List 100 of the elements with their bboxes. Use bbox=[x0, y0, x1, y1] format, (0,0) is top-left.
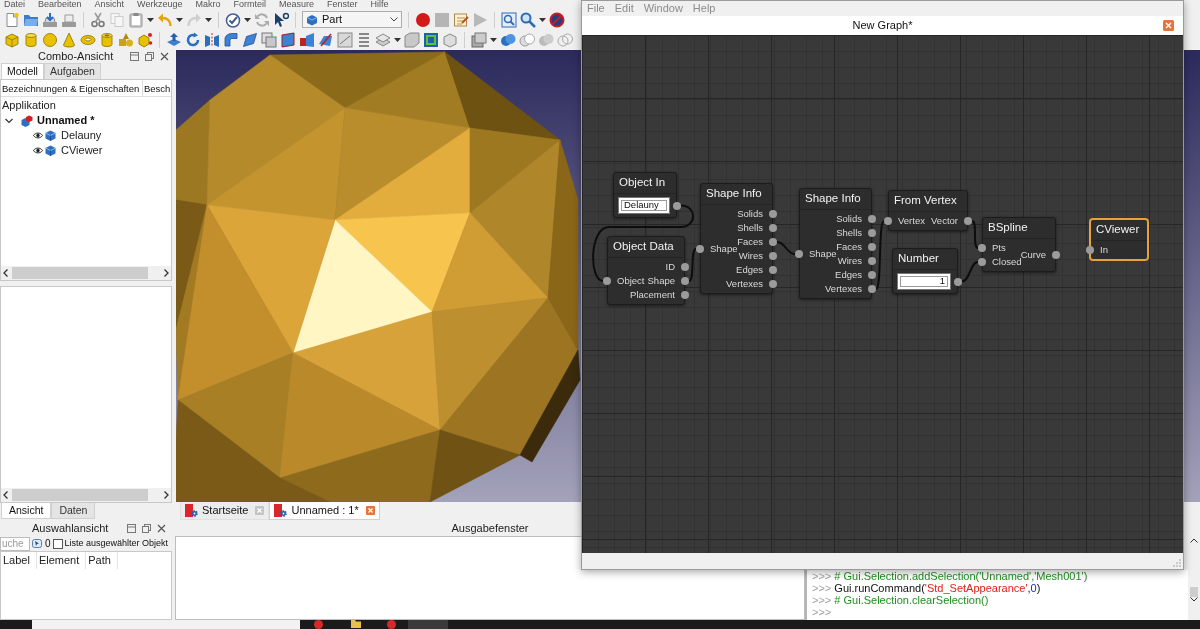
port-icon[interactable] bbox=[673, 201, 681, 210]
check-circle-icon[interactable] bbox=[225, 11, 241, 28]
tree-item[interactable]: Delauny bbox=[61, 127, 102, 144]
circular-arrow-icon[interactable] bbox=[185, 32, 201, 48]
caret-icon[interactable] bbox=[539, 17, 546, 22]
port-icon[interactable] bbox=[795, 250, 803, 258]
panel-icon[interactable] bbox=[130, 52, 139, 61]
overlapping-squares-icon[interactable] bbox=[261, 32, 277, 48]
overlapping-squares-icon[interactable] bbox=[145, 52, 154, 61]
chevron-right-icon[interactable] bbox=[164, 491, 169, 499]
input-field[interactable]: Delauny bbox=[618, 197, 670, 214]
chevron-down-icon[interactable] bbox=[5, 116, 13, 125]
eye-icon[interactable] bbox=[33, 132, 43, 139]
chevron-down-icon[interactable] bbox=[390, 17, 398, 22]
python-console[interactable]: >>> # Gui.Selection.addSelection('Unnamed','Mesh001') >>> Gui.runCommand('Std_SetAppearance',0) >>> # Gui.Selection.clearSelection() >>> bbox=[805, 570, 1188, 620]
column-header[interactable]: Label bbox=[1, 552, 37, 569]
chevron-left-icon[interactable] bbox=[3, 491, 8, 499]
caret-icon[interactable] bbox=[244, 17, 251, 22]
torus-icon[interactable] bbox=[80, 32, 96, 48]
horizontal-scrollbar[interactable] bbox=[1, 266, 171, 280]
sheet-icon[interactable] bbox=[280, 32, 296, 48]
slanted-sheet-icon[interactable] bbox=[242, 32, 258, 48]
caret-icon[interactable] bbox=[205, 17, 212, 22]
cube-icon[interactable] bbox=[306, 13, 318, 26]
swept-shape-icon[interactable] bbox=[318, 32, 334, 48]
shapes-icon[interactable] bbox=[118, 32, 134, 48]
cursor-icon[interactable] bbox=[273, 11, 289, 28]
record-icon[interactable] bbox=[415, 11, 431, 28]
panel-icon[interactable] bbox=[127, 523, 136, 533]
chevron-left-icon[interactable] bbox=[3, 269, 8, 277]
port-icon[interactable] bbox=[696, 245, 704, 253]
port-icon[interactable] bbox=[1086, 246, 1094, 254]
close-icon[interactable] bbox=[1163, 20, 1174, 31]
tab[interactable]: Daten bbox=[51, 503, 96, 519]
column-header[interactable]: Element bbox=[36, 552, 87, 569]
chevron-right-icon[interactable] bbox=[164, 269, 169, 277]
port-icon[interactable] bbox=[964, 217, 972, 225]
port-icon[interactable] bbox=[603, 277, 611, 285]
zoom-fit-icon[interactable] bbox=[501, 11, 517, 28]
menu-item[interactable]: Werkzeuge bbox=[137, 0, 183, 9]
menu-item[interactable]: Ansicht bbox=[94, 0, 125, 9]
menu-item[interactable]: Makro bbox=[195, 0, 221, 9]
input-field[interactable]: 1 bbox=[897, 273, 951, 290]
port-icon[interactable] bbox=[954, 277, 962, 286]
close-icon[interactable] bbox=[365, 506, 375, 515]
chevron-down-icon[interactable] bbox=[1190, 597, 1198, 602]
workbench-dropdown[interactable]: Part bbox=[302, 11, 402, 28]
caret-icon[interactable] bbox=[176, 17, 183, 22]
cube-icon[interactable] bbox=[45, 145, 56, 156]
cone-icon[interactable] bbox=[61, 32, 77, 48]
menu-item[interactable]: Datei bbox=[4, 0, 25, 9]
tile-gear-icon[interactable] bbox=[185, 504, 198, 517]
caret-icon[interactable] bbox=[394, 38, 401, 42]
scrollbar-thumb[interactable] bbox=[12, 489, 148, 501]
circle-icon[interactable] bbox=[387, 620, 396, 629]
tree-item[interactable]: CViewer bbox=[61, 142, 103, 159]
tab[interactable]: Ansicht bbox=[1, 503, 52, 519]
tree-item[interactable]: Unnamed * bbox=[37, 112, 95, 129]
tube-icon[interactable] bbox=[99, 32, 115, 48]
mirror-icon[interactable] bbox=[204, 32, 220, 48]
port-icon[interactable] bbox=[1052, 251, 1060, 259]
column-header[interactable]: Bezeichnungen & Eigenschaften bbox=[1, 79, 143, 97]
new-document-icon[interactable] bbox=[4, 11, 20, 28]
chevron-up-icon[interactable] bbox=[1190, 538, 1198, 543]
column-header[interactable]: Path bbox=[86, 552, 118, 569]
tab[interactable]: Startseite bbox=[180, 502, 270, 520]
cursor-box-icon[interactable] bbox=[32, 538, 43, 549]
search-field[interactable]: uche bbox=[0, 536, 30, 551]
scrollbar-thumb[interactable] bbox=[1190, 587, 1198, 597]
checkbox[interactable] bbox=[52, 538, 63, 549]
spheres-icon[interactable] bbox=[500, 32, 516, 48]
close-icon[interactable] bbox=[160, 52, 169, 61]
horizontal-scrollbar[interactable] bbox=[1, 488, 171, 502]
eye-icon[interactable] bbox=[33, 147, 43, 154]
taskbar-search-field[interactable] bbox=[32, 620, 300, 629]
tab[interactable]: Unnamed : 1* bbox=[269, 502, 380, 520]
circle-icon[interactable] bbox=[314, 620, 323, 629]
menu-item[interactable]: Bearbeiten bbox=[38, 0, 82, 9]
notepad-icon[interactable] bbox=[453, 11, 469, 28]
wedge-shape-icon[interactable] bbox=[299, 32, 315, 48]
resize-grip-icon[interactable] bbox=[1173, 559, 1181, 567]
clipboard-icon[interactable] bbox=[128, 11, 144, 28]
framed-square-icon[interactable] bbox=[423, 32, 439, 48]
menu-item[interactable]: Fenster bbox=[327, 0, 358, 9]
menu-item[interactable]: Formteil bbox=[233, 0, 266, 9]
tab[interactable]: Modell bbox=[1, 63, 44, 79]
cube-dots-icon[interactable] bbox=[137, 32, 153, 48]
arrow-up-block-icon[interactable] bbox=[166, 32, 182, 48]
menu-item[interactable]: Measure bbox=[278, 0, 314, 9]
cylinder-icon[interactable] bbox=[23, 32, 39, 48]
no-entry-icon[interactable] bbox=[549, 11, 565, 28]
curved-sheet-icon[interactable] bbox=[223, 32, 239, 48]
scissors-icon[interactable] bbox=[90, 11, 106, 28]
3d-viewport[interactable] bbox=[1184, 50, 1200, 502]
cubes-icon[interactable] bbox=[21, 114, 33, 127]
tab[interactable]: Aufgaben bbox=[43, 63, 101, 79]
scrollbar-thumb[interactable] bbox=[12, 267, 148, 279]
polyhedron-drawing[interactable] bbox=[176, 50, 581, 502]
close-icon[interactable] bbox=[157, 523, 166, 533]
column-header[interactable]: Besch bbox=[143, 79, 171, 97]
